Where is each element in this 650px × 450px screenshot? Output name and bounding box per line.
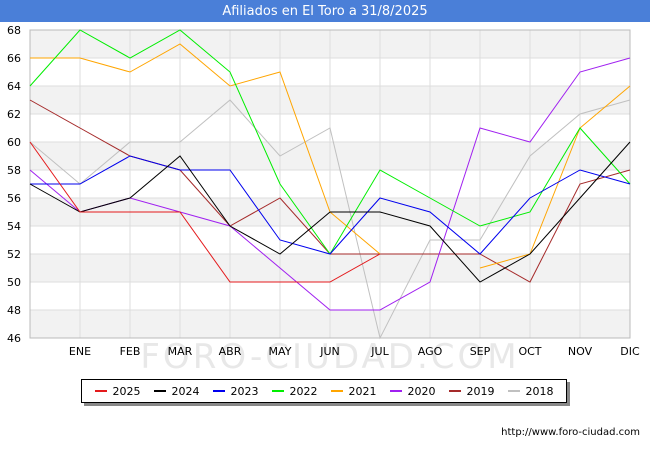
legend-swatch bbox=[271, 390, 284, 392]
legend-swatch bbox=[507, 390, 520, 392]
y-tick-label: 48 bbox=[7, 304, 21, 317]
x-tick-label: FEB bbox=[120, 345, 141, 358]
legend-label: 2018 bbox=[525, 384, 554, 398]
y-tick-label: 60 bbox=[7, 136, 21, 149]
x-tick-label: JUL bbox=[370, 345, 389, 358]
legend-swatch bbox=[153, 390, 166, 392]
x-tick-label: SEP bbox=[470, 345, 491, 358]
legend-item-2023: 2023 bbox=[212, 384, 259, 398]
legend-label: 2023 bbox=[230, 384, 259, 398]
x-tick-label: AGO bbox=[418, 345, 443, 358]
y-tick-label: 54 bbox=[7, 220, 21, 233]
y-tick-label: 46 bbox=[7, 332, 21, 345]
legend-item-2024: 2024 bbox=[153, 384, 200, 398]
y-tick-label: 62 bbox=[7, 108, 21, 121]
legend-item-2019: 2019 bbox=[448, 384, 495, 398]
legend-swatch bbox=[389, 390, 402, 392]
x-tick-label: DIC bbox=[620, 345, 640, 358]
y-tick-label: 56 bbox=[7, 192, 21, 205]
x-tick-label: ABR bbox=[219, 345, 242, 358]
legend-label: 2020 bbox=[407, 384, 436, 398]
legend-label: 2019 bbox=[466, 384, 495, 398]
legend-label: 2024 bbox=[171, 384, 200, 398]
legend-swatch bbox=[448, 390, 461, 392]
source-url: http://www.foro-ciudad.com bbox=[501, 427, 640, 438]
x-tick-label: NOV bbox=[568, 345, 593, 358]
y-tick-label: 50 bbox=[7, 276, 21, 289]
y-tick-label: 52 bbox=[7, 248, 21, 261]
x-tick-label: MAY bbox=[269, 345, 292, 358]
legend-swatch bbox=[212, 390, 225, 392]
x-tick-label: ENE bbox=[69, 345, 91, 358]
legend-swatch bbox=[330, 390, 343, 392]
y-tick-label: 68 bbox=[7, 24, 21, 37]
y-tick-label: 66 bbox=[7, 52, 21, 65]
legend-item-2021: 2021 bbox=[330, 384, 377, 398]
y-tick-label: 58 bbox=[7, 164, 21, 177]
legend-swatch bbox=[94, 390, 107, 392]
legend-item-2025: 2025 bbox=[94, 384, 141, 398]
x-tick-label: MAR bbox=[168, 345, 193, 358]
legend-item-2022: 2022 bbox=[271, 384, 318, 398]
y-tick-label: 64 bbox=[7, 80, 21, 93]
legend-label: 2022 bbox=[289, 384, 318, 398]
legend-item-2018: 2018 bbox=[507, 384, 554, 398]
x-tick-label: JUN bbox=[319, 345, 340, 358]
legend-label: 2025 bbox=[112, 384, 141, 398]
legend: 2025 2024 2023 2022 2021 2020 2019 2018 bbox=[81, 379, 567, 403]
x-tick-label: OCT bbox=[518, 345, 541, 358]
legend-label: 2021 bbox=[348, 384, 377, 398]
legend-item-2020: 2020 bbox=[389, 384, 436, 398]
